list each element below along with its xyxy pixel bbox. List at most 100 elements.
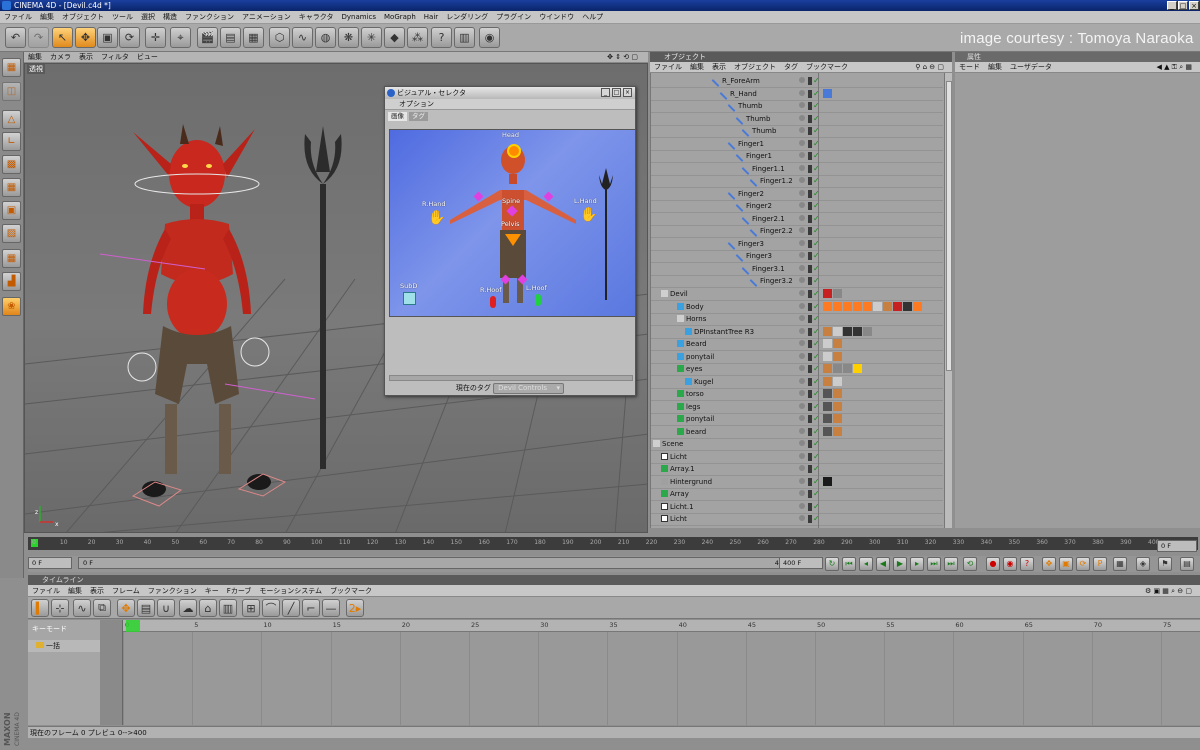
menu-plugins[interactable]: プラグイン <box>492 11 535 24</box>
repeat-icon[interactable]: ⟲ <box>963 557 977 571</box>
visibility-dot[interactable] <box>799 378 805 384</box>
object-row[interactable]: ponytail ✓ <box>651 413 943 426</box>
tag-icon[interactable] <box>883 302 892 311</box>
coordinate-system-icon[interactable]: ⌖ <box>170 27 191 48</box>
render-dot[interactable] <box>808 415 812 423</box>
menu-tools[interactable]: ツール <box>108 11 137 24</box>
render-dot[interactable] <box>808 315 812 323</box>
visibility-dot[interactable] <box>799 515 805 521</box>
tag-icon[interactable] <box>823 327 832 336</box>
goto-end-icon[interactable]: ⏭ <box>944 557 958 571</box>
move-icon[interactable]: ✥ <box>75 27 96 48</box>
uv-points-icon[interactable]: ▦ <box>2 178 21 197</box>
menu-dynamics[interactable]: Dynamics <box>337 11 380 24</box>
visibility-dot[interactable] <box>799 465 805 471</box>
tag-icon[interactable] <box>863 302 872 311</box>
tag-icon[interactable] <box>853 364 862 373</box>
visibility-dot[interactable] <box>799 390 805 396</box>
menu-select[interactable]: 選択 <box>137 11 159 24</box>
attr-menu-mode[interactable]: モード <box>955 62 984 73</box>
autokey-icon[interactable]: ◉ <box>1003 557 1017 571</box>
render-view-icon[interactable]: 🎬 <box>197 27 218 48</box>
vs-close-button[interactable]: × <box>623 88 632 97</box>
tag-icon[interactable] <box>833 364 842 373</box>
tl-menu-edit[interactable]: 編集 <box>64 585 86 597</box>
render-dot[interactable] <box>808 390 812 398</box>
scene-icon[interactable]: ◆ <box>384 27 405 48</box>
keyframe-selection-icon[interactable]: ? <box>1020 557 1034 571</box>
param-key-icon[interactable]: P <box>1093 557 1107 571</box>
visibility-dot[interactable] <box>799 340 805 346</box>
visibility-dot[interactable] <box>799 440 805 446</box>
render-dot[interactable] <box>808 90 812 98</box>
om-menu-tag[interactable]: タグ <box>780 62 802 73</box>
tag-icon[interactable] <box>823 414 832 423</box>
object-row[interactable]: Finger2.1 ✓ <box>651 213 943 226</box>
tag-icon[interactable] <box>823 389 832 398</box>
timeline-splitter[interactable] <box>100 620 122 725</box>
next-frame-icon[interactable]: ▸ <box>910 557 924 571</box>
menu-object[interactable]: オブジェクト <box>58 11 108 24</box>
devil-character[interactable] <box>133 124 271 497</box>
object-row[interactable]: Horns ✓ <box>651 313 943 326</box>
timeline-settings-icon[interactable]: ◈ <box>1136 557 1150 571</box>
visibility-dot[interactable] <box>799 277 805 283</box>
close-button[interactable]: × <box>1189 1 1199 10</box>
cube-icon[interactable]: ⬡ <box>269 27 290 48</box>
render-dot[interactable] <box>808 490 812 498</box>
attr-nav-icons[interactable]: ◀ ▲ ⚿ ⌕ ▦ <box>1152 62 1196 73</box>
tag-icon[interactable] <box>823 289 832 298</box>
visibility-dot[interactable] <box>799 290 805 296</box>
region-tool-icon[interactable]: ▤ <box>137 599 155 617</box>
viewport-menu-camera[interactable]: カメラ <box>46 52 75 63</box>
fcurve-mode-icon[interactable]: ⊹ <box>51 599 69 617</box>
redo-icon[interactable]: ↷ <box>28 27 49 48</box>
menu-help[interactable]: ヘルプ <box>578 11 607 24</box>
range-slider[interactable]: 0 F400 F <box>78 557 798 569</box>
tag-icon[interactable] <box>843 302 852 311</box>
om-scrollbar-thumb[interactable] <box>946 81 952 371</box>
object-row[interactable]: Finger3 ✓ <box>651 238 943 251</box>
object-row[interactable]: Devil ✓ <box>651 288 943 301</box>
menu-character[interactable]: キャラクタ <box>295 11 338 24</box>
r-hand-selector[interactable]: ✋ <box>428 210 445 226</box>
menu-structure[interactable]: 構造 <box>159 11 181 24</box>
tag-icon[interactable] <box>833 427 842 436</box>
visibility-dot[interactable] <box>799 503 805 509</box>
render-dot[interactable] <box>808 165 812 173</box>
curve-edit-icon[interactable]: ∿ <box>73 599 91 617</box>
minimize-button[interactable]: _ <box>1167 1 1177 10</box>
tag-icon[interactable] <box>823 339 832 348</box>
prev-key-icon[interactable]: ◂ <box>859 557 873 571</box>
visibility-dot[interactable] <box>799 227 805 233</box>
object-row[interactable]: Array.1 ✓ <box>651 463 943 476</box>
render-dot[interactable] <box>808 478 812 486</box>
object-row[interactable]: Hintergrund ✓ <box>651 476 943 489</box>
environment-icon[interactable]: ⁂ <box>407 27 428 48</box>
deformer-icon[interactable]: ✳ <box>361 27 382 48</box>
position-key-icon[interactable]: ✥ <box>1042 557 1056 571</box>
track-row[interactable]: 一括 <box>28 640 100 652</box>
object-row[interactable]: DPInstantTree R3 ✓ <box>651 326 943 339</box>
render-dot[interactable] <box>808 277 812 285</box>
render-dot[interactable] <box>808 403 812 411</box>
l-hand-selector[interactable]: ✋ <box>580 207 597 223</box>
tag-icon[interactable] <box>833 289 842 298</box>
object-row[interactable]: Scene ✓ <box>651 438 943 451</box>
object-row[interactable]: R_Hand ✓ <box>651 88 943 101</box>
timeline-key-area[interactable]: 051015202530354045505560657075 <box>122 620 1200 725</box>
tl-menu-file[interactable]: ファイル <box>28 585 64 597</box>
visual-selector-titlebar[interactable]: ビジュアル・セレクタ _ □ × <box>385 87 635 99</box>
viewport-nav-icons[interactable]: ✥ ⇕ ⟲ ▢ <box>603 52 642 63</box>
tl-playhead[interactable] <box>126 620 140 632</box>
subd-selector[interactable] <box>403 292 416 305</box>
polygons-mode-icon[interactable]: ▩ <box>2 155 21 174</box>
play-icon[interactable]: ▶ <box>893 557 907 571</box>
tl-menu-display[interactable]: 表示 <box>86 585 108 597</box>
timeline-graph-ruler[interactable]: 051015202530354045505560657075 <box>123 620 1200 632</box>
tag-icon[interactable] <box>903 302 912 311</box>
viewport-menu-display[interactable]: 表示 <box>75 52 97 63</box>
visual-selector-scrollbar[interactable] <box>389 375 633 381</box>
om-menu-edit[interactable]: 編集 <box>686 62 708 73</box>
visibility-dot[interactable] <box>799 303 805 309</box>
